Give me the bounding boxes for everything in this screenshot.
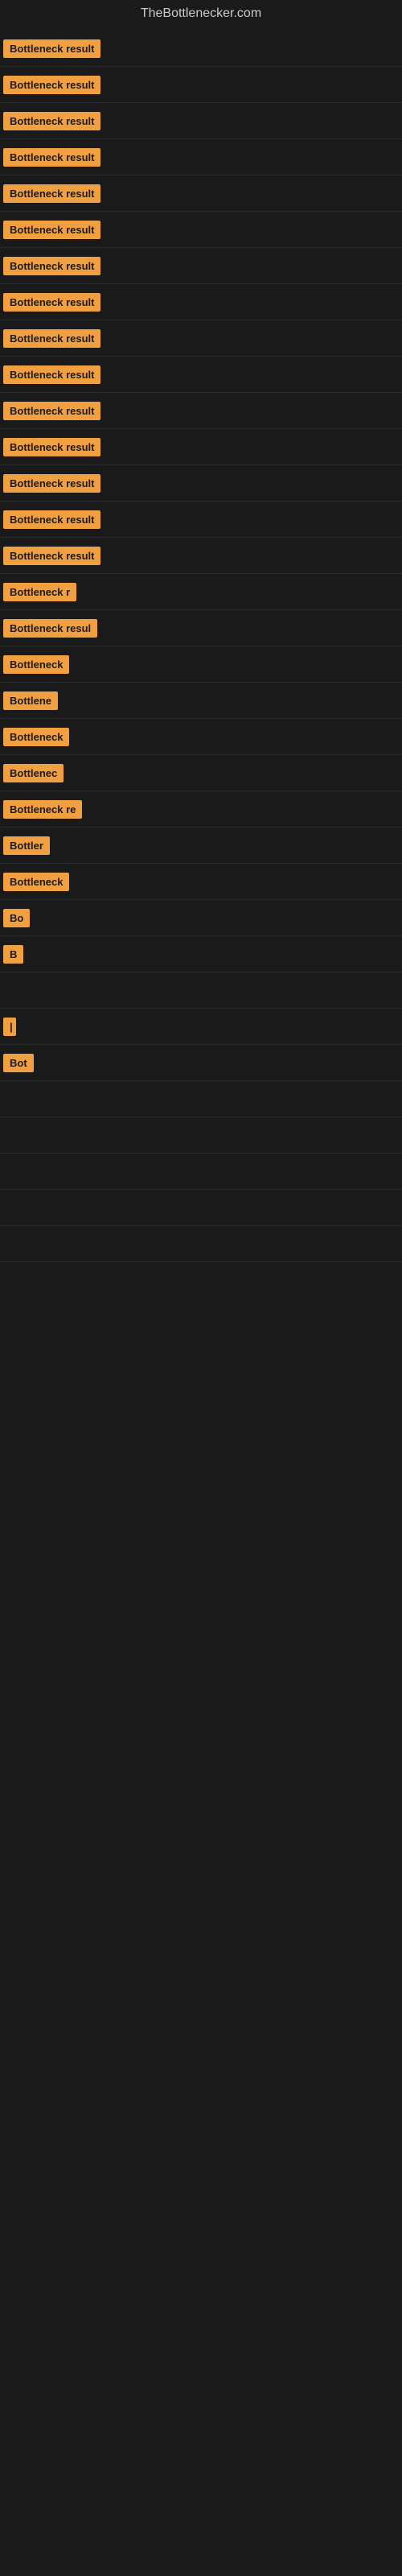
bottleneck-result-label: Bottleneck result (3, 184, 100, 203)
list-item[interactable]: Bottleneck result (0, 357, 402, 393)
list-item[interactable]: Bottleneck (0, 719, 402, 755)
results-list: Bottleneck result Bottleneck result Bottle… (0, 31, 402, 1262)
bottleneck-result-label: Bottleneck (3, 655, 69, 674)
list-item[interactable]: Bottleneck resul (0, 610, 402, 646)
list-item[interactable] (0, 972, 402, 1009)
bottleneck-result-label: Bottleneck (3, 728, 69, 746)
list-item[interactable]: Bottleneck result (0, 212, 402, 248)
list-item[interactable]: Bottleneck result (0, 139, 402, 175)
bottleneck-result-label: Bottleneck result (3, 365, 100, 384)
list-item[interactable]: Bot (0, 1045, 402, 1081)
list-item[interactable]: Bottleneck result (0, 465, 402, 502)
bottleneck-result-label: Bottleneck r (3, 583, 76, 601)
bottleneck-result-label: Bottleneck result (3, 547, 100, 565)
site-header: TheBottlenecker.com (0, 0, 402, 31)
list-item[interactable]: | (0, 1009, 402, 1045)
bottleneck-result-label: Bottleneck result (3, 148, 100, 167)
bottleneck-result-label: Bottleneck result (3, 329, 100, 348)
bottleneck-result-label: | (3, 1018, 16, 1036)
list-item[interactable]: B (0, 936, 402, 972)
bottleneck-result-label: Bottlenec (3, 764, 64, 782)
bottleneck-result-label: Bo (3, 909, 30, 927)
list-item[interactable]: Bottleneck r (0, 574, 402, 610)
list-item[interactable] (0, 1190, 402, 1226)
bottleneck-result-label: Bottleneck resul (3, 619, 97, 638)
bottleneck-result-label: Bottleneck result (3, 510, 100, 529)
list-item[interactable]: Bottleneck result (0, 320, 402, 357)
list-item[interactable]: Bottleneck result (0, 502, 402, 538)
list-item[interactable]: Bottleneck result (0, 103, 402, 139)
bottleneck-result-label: Bottleneck result (3, 438, 100, 456)
bottleneck-result-label: Bottleneck result (3, 402, 100, 420)
bottleneck-result-label: B (3, 945, 23, 964)
list-item[interactable] (0, 1154, 402, 1190)
list-item[interactable]: Bottlenec (0, 755, 402, 791)
list-item[interactable]: Bottleneck result (0, 284, 402, 320)
bottleneck-result-label: Bottleneck (3, 873, 69, 891)
list-item[interactable]: Bottleneck result (0, 538, 402, 574)
list-item[interactable] (0, 1226, 402, 1262)
list-item[interactable]: Bottleneck result (0, 175, 402, 212)
bottleneck-result-label: Bottleneck result (3, 76, 100, 94)
bottleneck-result-label: Bottleneck result (3, 293, 100, 312)
bottleneck-result-label: Bot (3, 1054, 34, 1072)
bottleneck-result-label: Bottleneck re (3, 800, 82, 819)
list-item[interactable]: Bottleneck result (0, 31, 402, 67)
list-item[interactable]: Bo (0, 900, 402, 936)
list-item[interactable]: Bottleneck re (0, 791, 402, 828)
bottleneck-result-label: Bottler (3, 836, 50, 855)
bottleneck-result-label: Bottleneck result (3, 474, 100, 493)
list-item[interactable]: Bottleneck result (0, 67, 402, 103)
list-item[interactable]: Bottlene (0, 683, 402, 719)
bottleneck-result-label: Bottleneck result (3, 39, 100, 58)
bottleneck-result-label: Bottleneck result (3, 112, 100, 130)
bottleneck-result-label: Bottlene (3, 691, 58, 710)
site-title: TheBottlenecker.com (0, 0, 402, 31)
list-item[interactable]: Bottleneck (0, 646, 402, 683)
bottleneck-result-label: Bottleneck result (3, 221, 100, 239)
list-item[interactable]: Bottleneck (0, 864, 402, 900)
list-item[interactable]: Bottleneck result (0, 248, 402, 284)
list-item[interactable] (0, 1117, 402, 1154)
bottleneck-result-label: Bottleneck result (3, 257, 100, 275)
list-item[interactable]: Bottleneck result (0, 429, 402, 465)
list-item[interactable]: Bottleneck result (0, 393, 402, 429)
list-item[interactable] (0, 1081, 402, 1117)
list-item[interactable]: Bottler (0, 828, 402, 864)
